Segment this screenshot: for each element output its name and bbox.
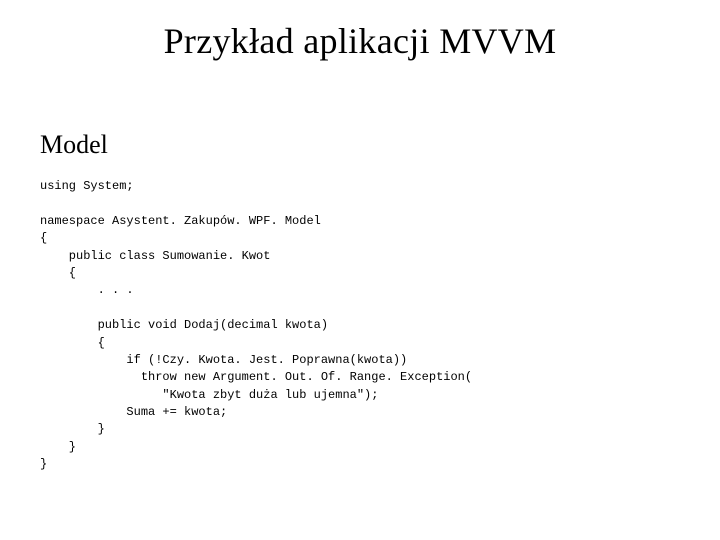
code-line: } [40,422,105,436]
code-block: using System; namespace Asystent. Zakupó… [40,178,680,474]
section-heading-model: Model [40,130,108,160]
code-line: { [40,266,76,280]
code-line: namespace Asystent. Zakupów. WPF. Model [40,214,321,228]
code-line: } [40,440,76,454]
code-line: . . . [40,283,134,297]
slide: Przykład aplikacji MVVM Model using Syst… [0,0,720,540]
slide-title: Przykład aplikacji MVVM [0,20,720,62]
code-line: public void Dodaj(decimal kwota) [40,318,328,332]
code-line: using System; [40,179,134,193]
code-line: public class Sumowanie. Kwot [40,249,270,263]
code-line: throw new Argument. Out. Of. Range. Exce… [40,370,472,384]
code-line: { [40,231,47,245]
code-line: } [40,457,47,471]
code-line: "Kwota zbyt duża lub ujemna"); [40,388,378,402]
code-line: if (!Czy. Kwota. Jest. Poprawna(kwota)) [40,353,407,367]
code-line: { [40,336,105,350]
code-line: Suma += kwota; [40,405,227,419]
